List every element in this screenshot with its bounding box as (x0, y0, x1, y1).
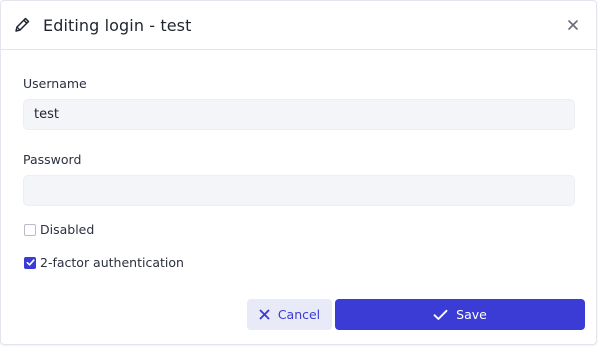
disabled-checkbox-row[interactable]: Disabled (24, 222, 574, 237)
save-label: Save (456, 307, 487, 322)
twofa-checkbox[interactable] (24, 256, 36, 269)
password-field-group: Password (23, 152, 575, 206)
password-label: Password (23, 152, 82, 167)
close-icon[interactable] (564, 16, 582, 34)
password-input[interactable] (23, 175, 575, 206)
twofa-checkbox-row[interactable]: 2-factor authentication (24, 255, 574, 270)
cancel-button[interactable]: Cancel (247, 299, 332, 330)
checkmark-icon (26, 259, 35, 266)
pencil-icon (13, 16, 31, 34)
save-button[interactable]: Save (335, 299, 585, 330)
username-input[interactable] (23, 99, 575, 130)
edit-login-dialog: Editing login - test Username Password D… (0, 0, 597, 345)
dialog-body: Username Password Disabled 2-factor auth… (1, 50, 596, 270)
twofa-label: 2-factor authentication (40, 255, 184, 270)
x-icon (259, 309, 270, 320)
username-label: Username (23, 76, 87, 91)
username-field-group: Username (23, 76, 575, 130)
cancel-label: Cancel (277, 307, 321, 322)
disabled-checkbox[interactable] (24, 223, 36, 236)
dialog-header: Editing login - test (1, 1, 596, 50)
checkmark-icon (433, 309, 448, 321)
dialog-footer: Cancel Save (247, 299, 585, 330)
dialog-title: Editing login - test (43, 15, 192, 35)
disabled-label: Disabled (40, 222, 95, 237)
